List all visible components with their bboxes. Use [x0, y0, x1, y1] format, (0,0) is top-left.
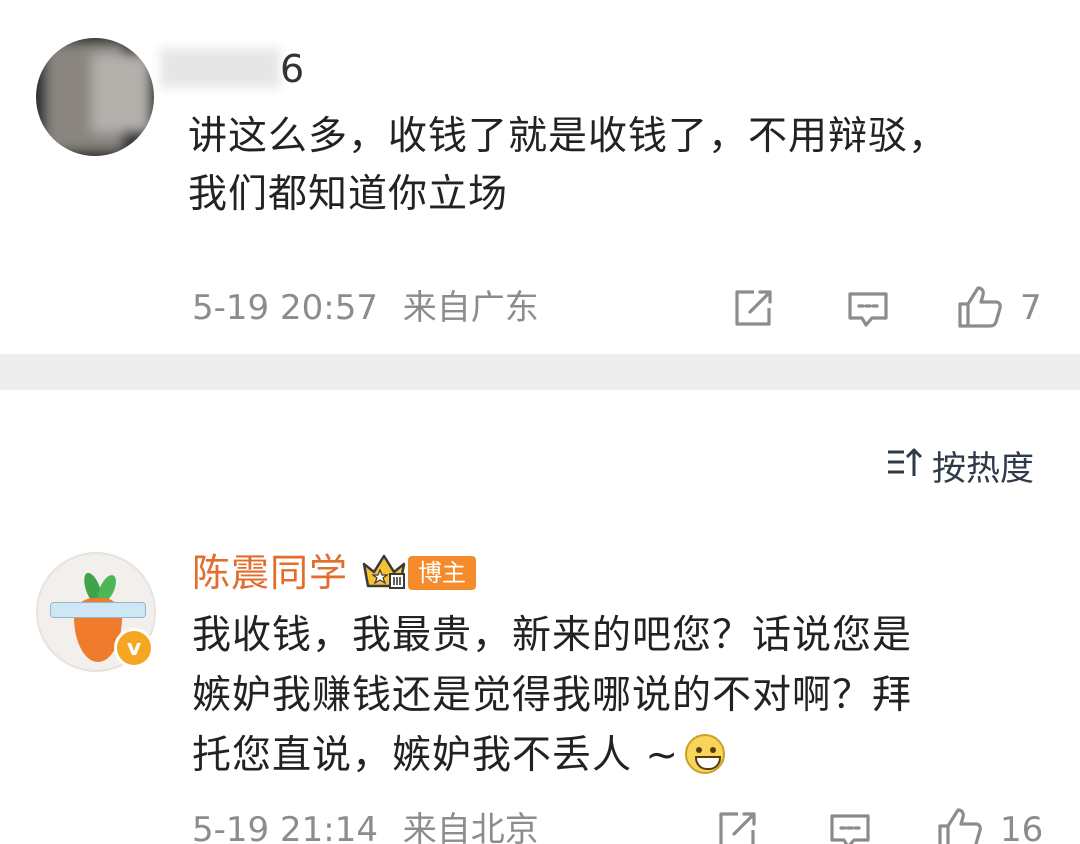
username[interactable]: 陈震同学	[192, 548, 348, 598]
username[interactable]: 6	[280, 44, 304, 94]
blogger-badge: 博主	[408, 556, 476, 590]
sort-label: 按热度	[932, 449, 1034, 489]
like-icon[interactable]	[936, 806, 984, 844]
comment-time: 5-19 21:14	[192, 810, 378, 844]
comment-text-segment: 托您直说，嫉妒我不丢人 ~	[192, 733, 680, 778]
comment-meta: 5-19 21:14 来自北京	[192, 808, 539, 844]
comment-text-line: 我们都知道你立场	[188, 172, 509, 217]
comment-location: 来自广东	[402, 288, 539, 328]
share-icon[interactable]	[716, 810, 760, 844]
section-divider	[0, 354, 1080, 390]
like-count: 16	[1000, 810, 1044, 844]
comment-time: 5-19 20:57	[192, 288, 378, 328]
comment-feed: 6 讲这么多，收钱了就是收钱了，不用辩驳， 我们都知道你立场 5-19 20:5…	[0, 0, 1080, 844]
verified-icon: v	[114, 628, 154, 668]
avatar-band	[50, 602, 146, 618]
avatar-blur	[91, 53, 151, 133]
comment-icon[interactable]	[828, 812, 872, 844]
comment-location: 来自北京	[402, 810, 539, 844]
like-count: 7	[1020, 288, 1042, 328]
blurred-username	[160, 48, 280, 88]
comment-icon[interactable]	[846, 290, 890, 330]
comment-text-line: 我收钱，我最贵，新来的吧您？话说您是	[192, 613, 913, 658]
like-icon[interactable]	[956, 284, 1004, 330]
sort-icon	[886, 446, 924, 492]
comment-text-line: 讲这么多，收钱了就是收钱了，不用辩驳，	[188, 114, 949, 159]
comment-text: 我收钱，我最贵，新来的吧您？话说您是 嫉妒我赚钱还是觉得我哪说的不对啊？拜 托您…	[192, 606, 1052, 786]
grin-emoji-icon	[685, 734, 726, 774]
share-icon[interactable]	[732, 288, 776, 328]
sort-by-heat-button[interactable]: 按热度	[886, 446, 1034, 492]
comment-text: 讲这么多，收钱了就是收钱了，不用辩驳， 我们都知道你立场	[188, 108, 1048, 224]
comment-text-line: 嫉妒我赚钱还是觉得我哪说的不对啊？拜	[192, 673, 913, 718]
comment-text-line: 托您直说，嫉妒我不丢人 ~	[192, 726, 1052, 786]
avatar[interactable]	[36, 38, 154, 156]
comment-meta: 5-19 20:57 来自广东	[192, 286, 539, 330]
